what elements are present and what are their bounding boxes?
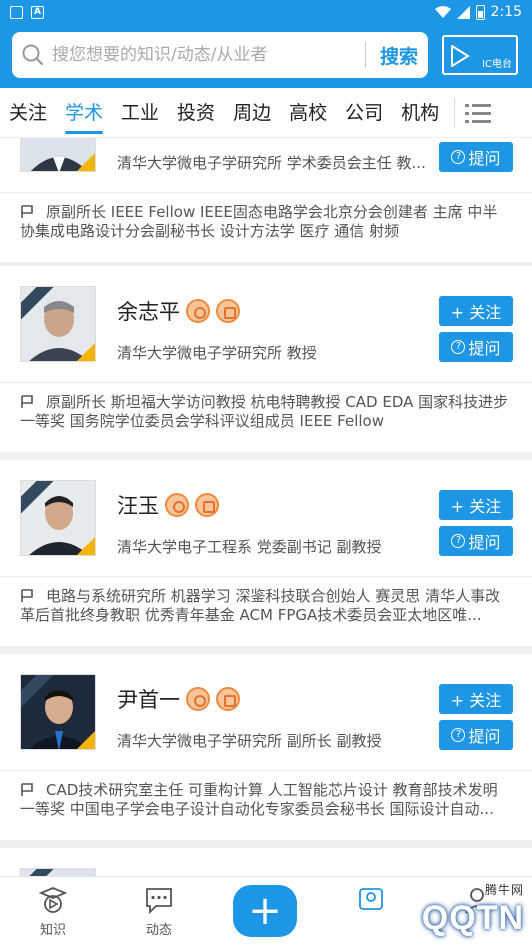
expert-title: 清华大学电子工程系 党委副书记 副教授	[117, 538, 382, 556]
avatar[interactable]	[20, 480, 96, 556]
search-divider	[364, 42, 366, 68]
search-bar[interactable]: 搜索	[12, 32, 428, 78]
search-button[interactable]: 搜索	[380, 42, 418, 69]
flag-icon	[21, 783, 33, 796]
search-icon	[22, 44, 44, 66]
knowledge-icon	[38, 887, 68, 913]
certificate-icon	[216, 687, 240, 711]
ask-button[interactable]: ? 提问	[439, 720, 513, 750]
expert-desc-text: 电路与系统研究所 机器学习 深鉴科技联合创始人 赛灵思 清华人事改革后首批终身教…	[20, 587, 501, 624]
question-icon: ?	[451, 728, 466, 742]
tab-nearby[interactable]: 周边	[224, 88, 280, 138]
ask-button[interactable]: ? 提问	[439, 142, 513, 172]
ask-label: 提问	[468, 149, 501, 168]
verified-badge	[77, 731, 95, 749]
verified-badge	[77, 153, 95, 171]
expert-title: 清华大学微电子学研究所 教授	[117, 344, 317, 362]
nav-knowledge[interactable]: 知识	[0, 877, 106, 944]
tab-university[interactable]: 高校	[280, 88, 336, 138]
flag-icon	[21, 395, 33, 408]
expert-name: 汪玉	[117, 494, 159, 518]
medal-icon	[186, 687, 210, 711]
status-time: 2:15	[490, 4, 522, 20]
add-button[interactable]: +	[233, 885, 297, 937]
ask-label: 提问	[468, 727, 501, 746]
expert-desc-text: CAD技术研究室主任 可重构计算 人工智能芯片设计 教育部技术发明一等奖 中国电…	[20, 781, 498, 818]
certificate-icon	[195, 493, 219, 517]
tab-follow[interactable]: 关注	[0, 88, 56, 138]
search-input[interactable]	[52, 45, 351, 65]
expert-title: 清华大学微电子学研究所 副所长 副教授	[117, 732, 382, 750]
status-bar: A 2:15	[0, 0, 532, 24]
verified-badge	[77, 343, 95, 361]
avatar[interactable]	[20, 138, 96, 172]
tab-separator	[454, 97, 456, 128]
expert-card[interactable]: 余志平 清华大学微电子学研究所 教授 + 关注 ? 提问 原副所长 斯坦福大学访问…	[0, 266, 532, 452]
ic-radio-button[interactable]: IC电台	[442, 35, 518, 75]
wifi-icon	[434, 5, 451, 18]
expert-list: 清华大学微电子学研究所 学术委员会主任 教... ? 提问 原副所长 IEEE F…	[0, 138, 532, 876]
expert-name: 尹首一	[117, 688, 180, 712]
nav-knowledge-label: 知识	[39, 923, 66, 938]
app-icon: A	[31, 5, 44, 19]
follow-button[interactable]: + 关注	[439, 490, 513, 520]
watermark-main: QQTN	[421, 899, 524, 937]
person-icon	[359, 888, 383, 910]
question-icon: ?	[451, 340, 466, 354]
tab-institution[interactable]: 机构	[392, 88, 448, 138]
chat-icon	[146, 888, 172, 915]
menu-icon[interactable]	[465, 103, 492, 123]
expert-card[interactable]	[0, 848, 532, 876]
verified-badge	[77, 537, 95, 555]
expert-card[interactable]: 汪玉 清华大学电子工程系 党委副书记 副教授 + 关注 ? 提问 电路与系统研究所…	[0, 460, 532, 646]
expert-description: CAD技术研究室主任 可重构计算 人工智能芯片设计 教育部技术发明一等奖 中国电…	[0, 770, 532, 840]
ask-label: 提问	[468, 339, 501, 358]
expert-card[interactable]: 尹首一 清华大学微电子学研究所 副所长 副教授 + 关注 ? 提问 CAD技术研究…	[0, 654, 532, 840]
expert-desc-text: 原副所长 IEEE Fellow IEEE固态电路学会北京分会创建者 主席 中半…	[20, 203, 498, 240]
notification-icon	[10, 5, 23, 19]
medal-icon	[165, 493, 189, 517]
avatar[interactable]	[20, 286, 96, 362]
follow-button[interactable]: + 关注	[439, 684, 513, 714]
nav-dynamics-label: 动态	[145, 923, 172, 938]
bottom-nav: 知识 动态 + 腾牛网 QQTN	[0, 876, 532, 944]
ask-label: 提问	[468, 533, 501, 552]
tab-industry[interactable]: 工业	[112, 88, 168, 138]
expert-desc-text: 原副所长 斯坦福大学访问教授 杭电特聘教授 CAD EDA 国家科技进步一等奖 …	[20, 393, 509, 430]
expert-card[interactable]: 清华大学微电子学研究所 学术委员会主任 教... ? 提问 原副所长 IEEE F…	[0, 138, 532, 262]
nav-person[interactable]	[318, 877, 424, 944]
medal-icon	[186, 299, 210, 323]
ask-button[interactable]: ? 提问	[439, 332, 513, 362]
flag-icon	[21, 589, 33, 602]
signal-icon	[456, 5, 470, 19]
watermark-sub: 腾牛网	[484, 883, 524, 897]
watermark-logo: 腾牛网 QQTN	[421, 883, 524, 938]
app-header: A 2:15 搜索 IC电台	[0, 0, 532, 88]
follow-button[interactable]: + 关注	[439, 296, 513, 326]
tab-investment[interactable]: 投资	[168, 88, 224, 138]
battery-icon	[475, 4, 485, 20]
expert-title: 清华大学微电子学研究所 学术委员会主任 教...	[117, 154, 426, 172]
certificate-icon	[216, 299, 240, 323]
expert-description: 原副所长 IEEE Fellow IEEE固态电路学会北京分会创建者 主席 中半…	[0, 192, 532, 262]
question-icon: ?	[451, 150, 466, 164]
expert-name: 余志平	[117, 300, 180, 324]
avatar[interactable]	[20, 868, 96, 876]
question-icon: ?	[451, 534, 466, 548]
play-icon	[451, 45, 470, 67]
ask-button[interactable]: ? 提问	[439, 526, 513, 556]
tab-academic[interactable]: 学术	[56, 88, 112, 138]
ic-radio-label: IC电台	[482, 59, 512, 70]
avatar[interactable]	[20, 674, 96, 750]
expert-description: 原副所长 斯坦福大学访问教授 杭电特聘教授 CAD EDA 国家科技进步一等奖 …	[0, 382, 532, 452]
tab-company[interactable]: 公司	[336, 88, 392, 138]
flag-icon	[21, 205, 33, 218]
category-tabs: 关注 学术 工业 投资 周边 高校 公司 机构	[0, 88, 532, 138]
nav-add[interactable]: +	[212, 877, 318, 944]
nav-dynamics[interactable]: 动态	[106, 877, 212, 944]
expert-description: 电路与系统研究所 机器学习 深鉴科技联合创始人 赛灵思 清华人事改革后首批终身教…	[0, 576, 532, 646]
